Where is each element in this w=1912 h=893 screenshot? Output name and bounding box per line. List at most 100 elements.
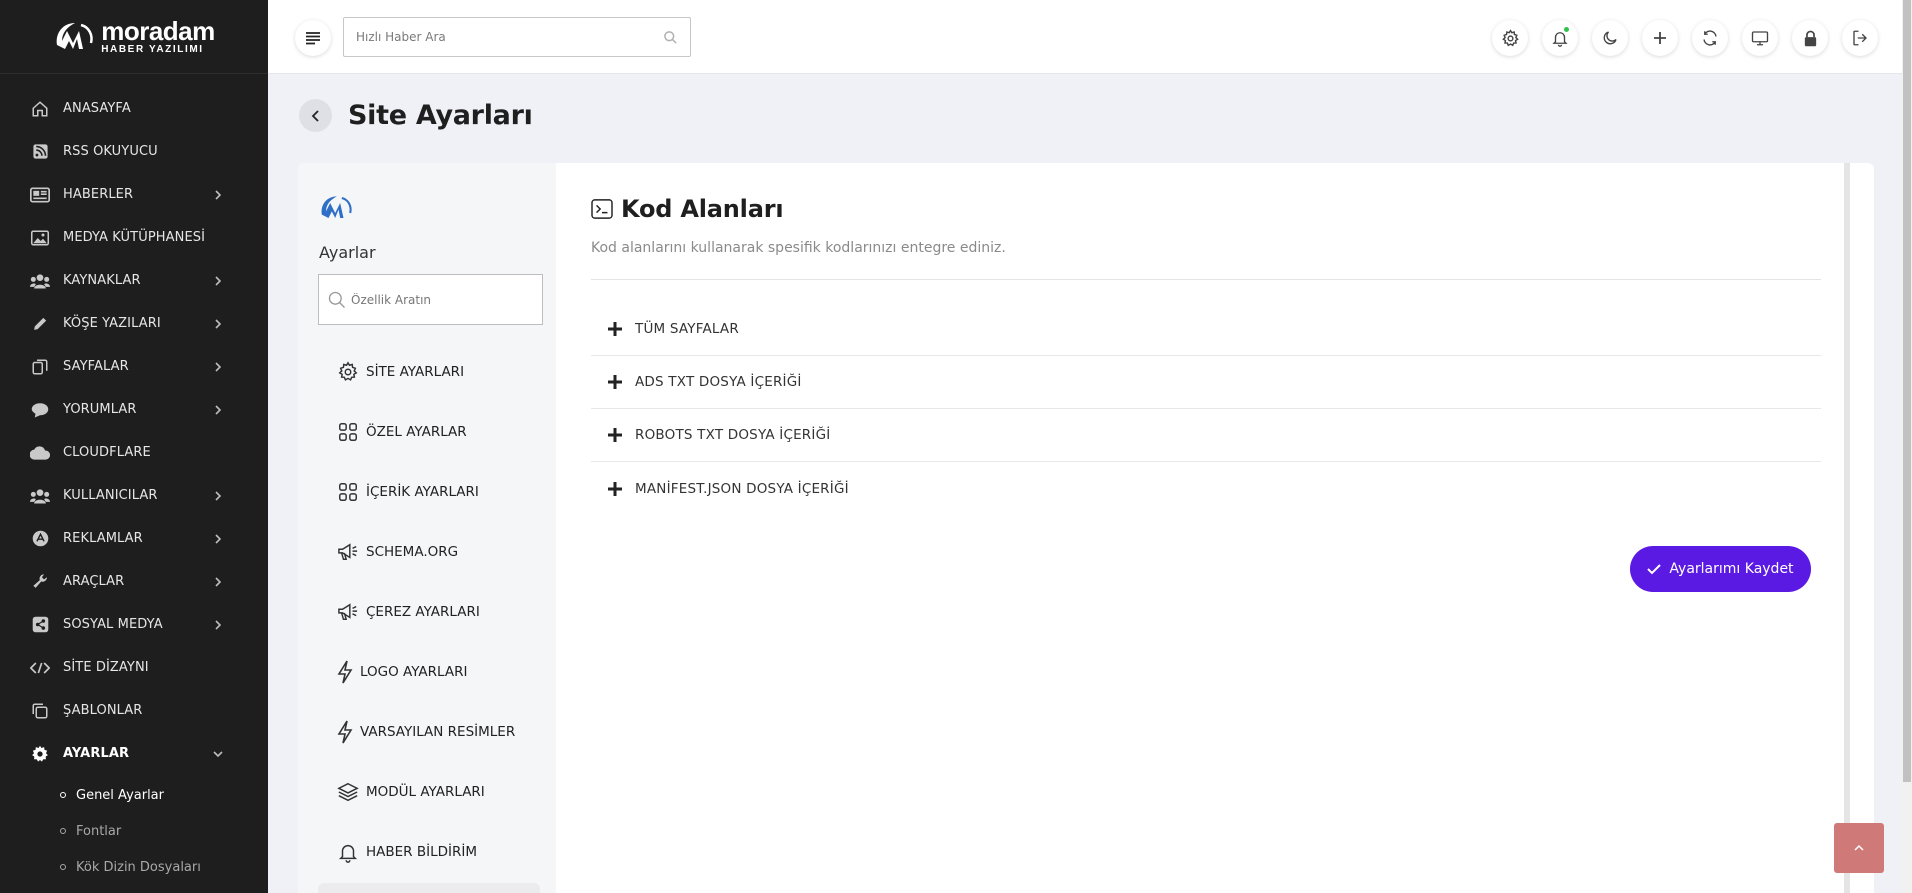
wrench-icon xyxy=(30,572,50,592)
accordion-item-robots-txt[interactable]: ROBOTS TXT DOSYA İÇERİĞİ xyxy=(591,409,1821,462)
topbar-actions xyxy=(1492,20,1878,56)
accordion-item-manifest-json[interactable]: MANİFEST.JSON DOSYA İÇERİĞİ xyxy=(591,462,1821,515)
sidebar-item-haberler[interactable]: HABERLER xyxy=(0,173,268,216)
menu-toggle-button[interactable] xyxy=(295,20,331,56)
sidebar-item-cloudflare[interactable]: CLOUDFLARE xyxy=(0,431,268,474)
back-button[interactable] xyxy=(299,99,332,132)
accordion-item-label: MANİFEST.JSON DOSYA İÇERİĞİ xyxy=(635,480,849,497)
sidebar-item-ayarlar[interactable]: AYARLAR xyxy=(0,732,268,775)
settings-item-label: HABER BİLDİRİM xyxy=(366,844,477,860)
settings-item-ozel-ayarlar[interactable]: ÖZEL AYARLAR xyxy=(336,402,515,462)
moon-icon xyxy=(1601,29,1619,47)
sidebar-item-kaynaklar[interactable]: KAYNAKLAR xyxy=(0,259,268,302)
sidebar-item-label: SİTE DİZAYNI xyxy=(63,660,149,675)
sidebar: moradam HABER YAZILIMI ANASAYFA RSS OKUY… xyxy=(0,0,268,893)
grid-icon xyxy=(336,420,360,444)
view-site-button[interactable] xyxy=(1742,20,1778,56)
brand-text: moradam HABER YAZILIMI xyxy=(101,18,215,55)
lock-icon xyxy=(1803,30,1818,47)
sidebar-subitem-genel-ayarlar[interactable]: Genel Ayarlar xyxy=(0,777,268,813)
chevron-right-icon xyxy=(213,361,223,372)
chevron-right-icon xyxy=(213,404,223,415)
card-scrollbar[interactable] xyxy=(1844,163,1850,893)
settings-search-input[interactable] xyxy=(351,292,531,307)
accordion-item-label: TÜM SAYFALAR xyxy=(635,321,739,337)
chevron-right-icon xyxy=(213,189,223,200)
add-button[interactable] xyxy=(1642,20,1678,56)
megaphone-icon xyxy=(336,600,360,624)
brand-subtitle: HABER YAZILIMI xyxy=(101,44,204,55)
terminal-icon xyxy=(591,199,613,219)
quick-search xyxy=(343,17,691,57)
sidebar-item-label: SAYFALAR xyxy=(63,359,129,374)
sidebar-subnav: Genel Ayarlar Fontlar Kök Dizin Dosyalar… xyxy=(0,775,268,885)
lock-button[interactable] xyxy=(1792,20,1828,56)
sidebar-item-kose-yazilari[interactable]: KÖŞE YAZILARI xyxy=(0,302,268,345)
sidebar-item-araclar[interactable]: ARAÇLAR xyxy=(0,560,268,603)
code-sections-accordion: TÜM SAYFALAR ADS TXT DOSYA İÇERİĞİ ROBOT… xyxy=(591,303,1821,515)
refresh-button[interactable] xyxy=(1692,20,1728,56)
plus-icon xyxy=(607,374,623,390)
refresh-icon xyxy=(1701,29,1719,47)
accordion-item-tum-sayfalar[interactable]: TÜM SAYFALAR xyxy=(591,303,1821,356)
sidebar-item-reklamlar[interactable]: REKLAMLAR xyxy=(0,517,268,560)
sidebar-item-rss[interactable]: RSS OKUYUCU xyxy=(0,130,268,173)
sidebar-item-medya[interactable]: MEDYA KÜTÜPHANESİ xyxy=(0,216,268,259)
search-icon[interactable] xyxy=(663,30,678,45)
settings-item-haber-bildirim[interactable]: HABER BİLDİRİM xyxy=(336,822,515,882)
sidebar-item-yorumlar[interactable]: YORUMLAR xyxy=(0,388,268,431)
sidebar-item-label: ANASAYFA xyxy=(63,101,131,116)
settings-item-varsayilan-resimler[interactable]: VARSAYILAN RESİMLER xyxy=(336,702,515,762)
sidebar-item-kullanicilar[interactable]: KULLANICILAR xyxy=(0,474,268,517)
chevron-up-icon xyxy=(1854,844,1864,852)
bolt-icon xyxy=(336,660,354,684)
plus-icon xyxy=(1652,30,1668,46)
sidebar-item-label: YORUMLAR xyxy=(63,402,137,417)
accordion-item-ads-txt[interactable]: ADS TXT DOSYA İÇERİĞİ xyxy=(591,356,1821,409)
logout-icon xyxy=(1851,29,1869,47)
section-description: Kod alanlarını kullanarak spesifik kodla… xyxy=(591,240,1006,256)
sidebar-item-sosyal-medya[interactable]: SOSYAL MEDYA xyxy=(0,603,268,646)
settings-search xyxy=(318,274,543,325)
chevron-down-icon xyxy=(213,749,223,759)
save-settings-button[interactable]: Ayarlarımı Kaydet xyxy=(1630,546,1811,592)
settings-item-icerik-ayarlari[interactable]: İÇERİK AYARLARI xyxy=(336,462,515,522)
chevron-left-icon xyxy=(310,109,322,122)
notifications-button[interactable] xyxy=(1542,20,1578,56)
sidebar-item-label: KULLANICILAR xyxy=(63,488,158,503)
check-icon xyxy=(1647,563,1662,575)
scroll-to-top-button[interactable] xyxy=(1834,823,1884,873)
dark-mode-button[interactable] xyxy=(1592,20,1628,56)
page-scrollbar-thumb[interactable] xyxy=(1903,0,1911,782)
sidebar-item-site-dizayni[interactable]: SİTE DİZAYNI xyxy=(0,646,268,689)
sidebar-item-label: REKLAMLAR xyxy=(63,531,143,546)
accordion-item-label: ROBOTS TXT DOSYA İÇERİĞİ xyxy=(635,427,831,443)
topbar xyxy=(268,0,1902,74)
logout-button[interactable] xyxy=(1842,20,1878,56)
page-title: Site Ayarları xyxy=(348,100,533,131)
quick-search-input[interactable] xyxy=(356,30,663,44)
settings-item-logo-ayarlari[interactable]: LOGO AYARLARI xyxy=(336,642,515,702)
sidebar-item-sablonlar[interactable]: ŞABLONLAR xyxy=(0,689,268,732)
brand-name: moradam xyxy=(101,16,215,46)
settings-button[interactable] xyxy=(1492,20,1528,56)
brand-logo[interactable]: moradam HABER YAZILIMI xyxy=(0,0,268,74)
grid-icon xyxy=(336,480,360,504)
chevron-right-icon xyxy=(213,533,223,544)
sidebar-subitem-fontlar[interactable]: Fontlar xyxy=(0,813,268,849)
settings-item-cerez-ayarlari[interactable]: ÇEREZ AYARLARI xyxy=(336,582,515,642)
brand-small-logo xyxy=(318,193,354,223)
chevron-right-icon xyxy=(213,318,223,329)
settings-item-site-ayarlari[interactable]: SİTE AYARLARI xyxy=(336,342,515,402)
accordion-item-label: ADS TXT DOSYA İÇERİĞİ xyxy=(635,374,802,390)
sidebar-item-sayfalar[interactable]: SAYFALAR xyxy=(0,345,268,388)
chevron-right-icon xyxy=(213,576,223,587)
sidebar-item-label: MEDYA KÜTÜPHANESİ xyxy=(63,230,206,245)
settings-title: Ayarlar xyxy=(319,243,376,262)
sidebar-item-anasayfa[interactable]: ANASAYFA xyxy=(0,87,268,130)
sidebar-subitem-kok-dizin[interactable]: Kök Dizin Dosyaları xyxy=(0,849,268,885)
settings-item-label: İÇERİK AYARLARI xyxy=(366,484,479,500)
settings-item-schema-org[interactable]: SCHEMA.ORG xyxy=(336,522,515,582)
settings-item-modul-ayarlari[interactable]: MODÜL AYARLARI xyxy=(336,762,515,822)
plus-icon xyxy=(607,481,623,497)
